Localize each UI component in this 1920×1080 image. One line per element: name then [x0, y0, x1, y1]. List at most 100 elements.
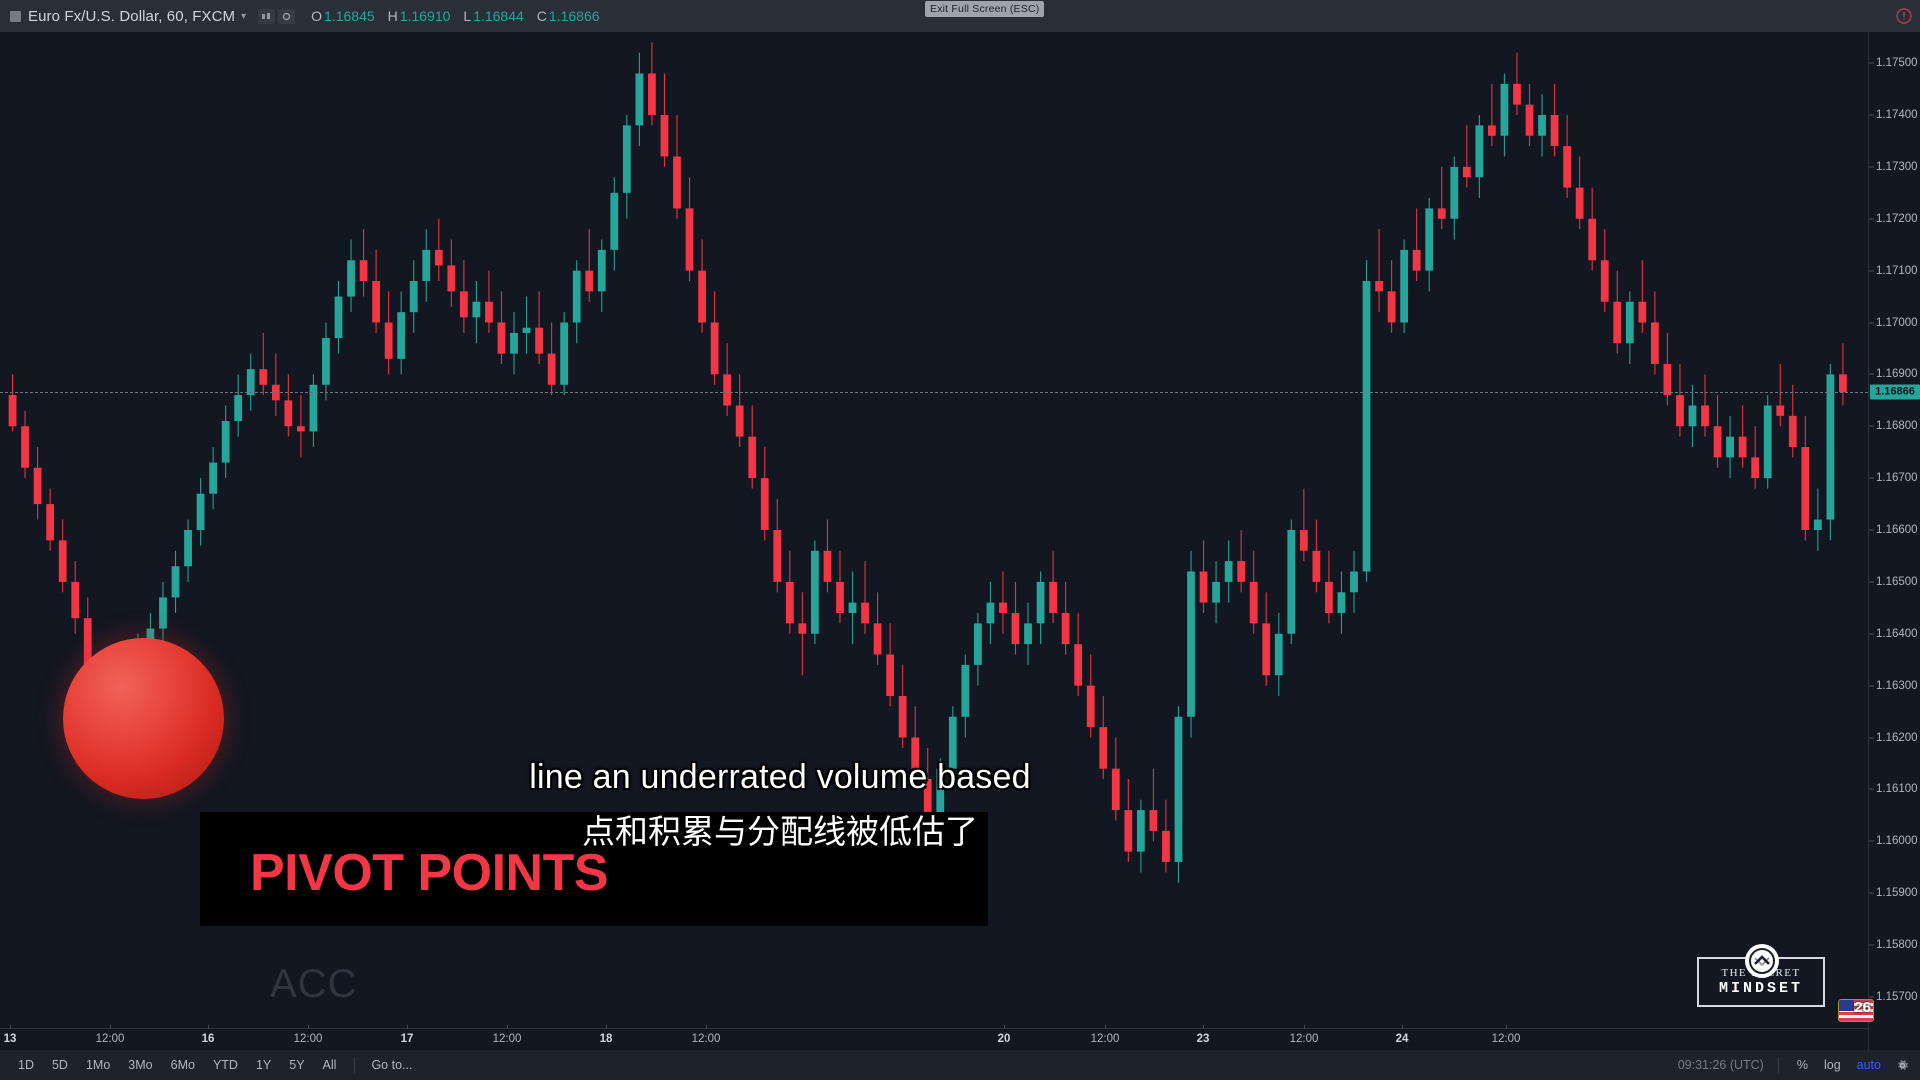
time-tick [1402, 1025, 1403, 1029]
price-tick [1869, 477, 1874, 479]
range-button-3mo[interactable]: 3Mo [120, 1055, 160, 1075]
candle-style-icon[interactable] [258, 8, 276, 24]
range-button-1y[interactable]: 1Y [248, 1055, 279, 1075]
time-axis-label: 20 [997, 1033, 1011, 1045]
toolbar-divider [354, 1057, 356, 1073]
price-axis-label: 1.16000 [1876, 835, 1918, 848]
time-axis-label: 12:00 [492, 1033, 522, 1045]
price-axis-label: 1.17100 [1876, 264, 1918, 277]
exit-fullscreen-tooltip[interactable]: Exit Full Screen (ESC) [925, 1, 1045, 17]
price-tick [1869, 737, 1874, 738]
gear-icon[interactable] [1895, 1058, 1910, 1073]
flag-canton-icon [1839, 1000, 1854, 1011]
price-tick [1869, 529, 1874, 531]
time-tick [208, 1025, 209, 1029]
time-tick [706, 1025, 707, 1029]
price-tick [1869, 425, 1874, 427]
price-axis-label: 1.16400 [1876, 627, 1918, 640]
time-axis-label: 16 [201, 1033, 215, 1045]
price-tick [1869, 114, 1874, 116]
toolbar-right-group: 09:31:26 (UTC) % log auto [1678, 1055, 1920, 1075]
ohlc-high: H 1.16910 [387, 8, 451, 24]
price-axis-label: 1.17000 [1876, 316, 1918, 329]
price-tick [1869, 633, 1874, 635]
chevron-down-icon[interactable]: ▾ [241, 11, 246, 22]
range-button-6mo[interactable]: 6Mo [163, 1055, 203, 1075]
price-tick [1869, 840, 1874, 842]
ohlc-readout: O 1.16845 H 1.16910 L 1.16844 C 1.16866 [311, 8, 599, 24]
price-axis-label: 1.16200 [1876, 731, 1918, 744]
symbol-flag-icon [10, 10, 21, 22]
time-tick [606, 1025, 607, 1029]
range-button-ytd[interactable]: YTD [205, 1055, 246, 1075]
price-tick [1869, 581, 1874, 583]
price-tick [1869, 892, 1874, 894]
percent-scale-button[interactable]: % [1789, 1055, 1816, 1075]
price-tick [1869, 788, 1874, 790]
time-tick [1506, 1025, 1507, 1029]
price-axis-label: 1.15900 [1876, 887, 1918, 900]
range-button-5d[interactable]: 5D [44, 1055, 76, 1075]
warning-icon[interactable] [1896, 8, 1912, 24]
symbol-title[interactable]: Euro Fx/U.S. Dollar, 60, FXCM [28, 8, 235, 25]
flag-badge: 26 [1838, 999, 1874, 1022]
time-axis-label: 17 [400, 1033, 414, 1045]
logo-mark-icon [1745, 944, 1779, 978]
acc-watermark: ACC [270, 962, 358, 1006]
time-tick [507, 1025, 508, 1029]
time-axis-label: 24 [1395, 1033, 1409, 1045]
price-axis-label: 1.16100 [1876, 783, 1918, 796]
time-tick [1304, 1025, 1305, 1029]
price-axis-label: 1.16700 [1876, 472, 1918, 485]
time-tick [10, 1025, 11, 1029]
indicator-icon[interactable] [278, 8, 296, 24]
ohlc-close: C 1.16866 [536, 8, 600, 24]
price-axis-label: 1.17300 [1876, 160, 1918, 173]
price-axis-label: 1.15800 [1876, 939, 1918, 951]
price-tick [1869, 166, 1874, 168]
price-tick [1869, 373, 1874, 375]
flag-badge-count: 26 [1854, 999, 1871, 1016]
goto-button[interactable]: Go to... [365, 1055, 418, 1075]
price-tick [1869, 322, 1874, 323]
ohlc-open: O 1.16845 [311, 8, 375, 24]
time-axis[interactable]: 13 12:00 16 12:00 17 12:00 18 12:00 20 12:00 23 12:… [0, 1025, 1868, 1050]
time-axis-label: 12:00 [1289, 1033, 1319, 1045]
price-axis-label: 1.17200 [1876, 212, 1918, 225]
range-button-5y[interactable]: 5Y [281, 1055, 312, 1075]
time-axis-label: 18 [599, 1033, 613, 1045]
price-tick [1869, 996, 1874, 998]
ohlc-low: L 1.16844 [463, 8, 524, 24]
time-axis-label: 12:00 [293, 1033, 323, 1045]
bottom-toolbar: 1D 5D 1Mo 3Mo 6Mo YTD 1Y 5Y All Go to... 09:31:2… [0, 1050, 1920, 1080]
current-price-label: 1.16866 [1870, 384, 1920, 400]
price-tick [1869, 944, 1874, 946]
price-axis-label: 1.16300 [1876, 679, 1918, 692]
auto-scale-button[interactable]: auto [1849, 1055, 1889, 1075]
range-button-all[interactable]: All [315, 1055, 345, 1075]
range-button-1mo[interactable]: 1Mo [78, 1055, 118, 1075]
time-tick [308, 1025, 309, 1029]
range-button-1d[interactable]: 1D [10, 1055, 42, 1075]
price-tick [1869, 218, 1874, 220]
price-axis-label: 1.16800 [1876, 420, 1918, 433]
price-tick [1869, 62, 1874, 64]
clock-readout[interactable]: 09:31:26 (UTC) [1678, 1058, 1764, 1072]
price-axis-label: 1.15700 [1876, 990, 1918, 1003]
time-axis-label: 12:00 [95, 1033, 125, 1045]
current-price-line [0, 392, 1868, 393]
time-axis-label: 12:00 [1090, 1033, 1120, 1045]
time-tick [1004, 1025, 1005, 1029]
price-tick [1869, 685, 1874, 687]
log-scale-button[interactable]: log [1816, 1055, 1849, 1075]
price-axis-label: 1.16600 [1876, 524, 1918, 536]
price-axis-label: 1.16900 [1876, 368, 1918, 381]
price-axis[interactable]: 1.17500 1.17400 1.17300 1.17200 1.17100 1.170… [1868, 32, 1920, 1060]
logo-line-2: MINDSET [1718, 980, 1803, 997]
time-tick [1105, 1025, 1106, 1029]
time-axis-label: 12:00 [1491, 1033, 1521, 1045]
price-axis-label: 1.17400 [1876, 109, 1918, 121]
time-tick [110, 1025, 111, 1029]
tradingview-chart-app: Euro Fx/U.S. Dollar, 60, FXCM ▾ O 1.16845… [0, 0, 1920, 1080]
price-tick [1869, 270, 1874, 272]
